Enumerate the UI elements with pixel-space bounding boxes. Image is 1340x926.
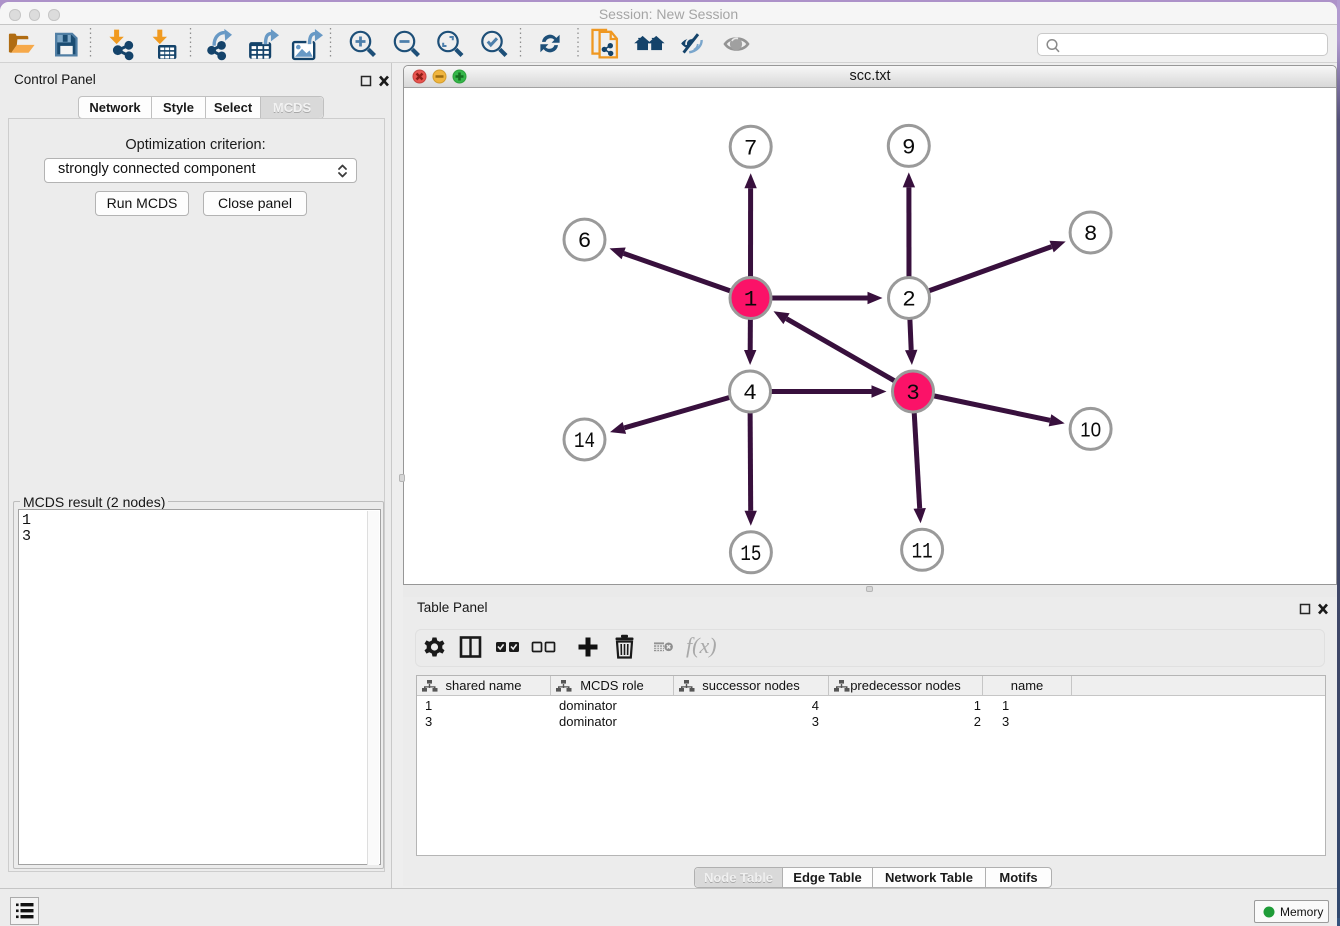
- svg-text:2: 2: [902, 287, 916, 313]
- svg-text:9: 9: [902, 134, 916, 160]
- svg-text:f(x): f(x): [686, 633, 717, 658]
- svg-text:14: 14: [574, 428, 595, 454]
- svg-text:8: 8: [1084, 221, 1098, 247]
- svg-text:4: 4: [743, 380, 757, 406]
- svg-text:11: 11: [912, 538, 933, 564]
- svg-text:7: 7: [744, 135, 758, 161]
- svg-text:10: 10: [1080, 418, 1101, 441]
- svg-text:3: 3: [906, 380, 920, 406]
- svg-text:15: 15: [740, 541, 761, 567]
- svg-text:6: 6: [578, 228, 592, 254]
- svg-text:1: 1: [744, 287, 758, 313]
